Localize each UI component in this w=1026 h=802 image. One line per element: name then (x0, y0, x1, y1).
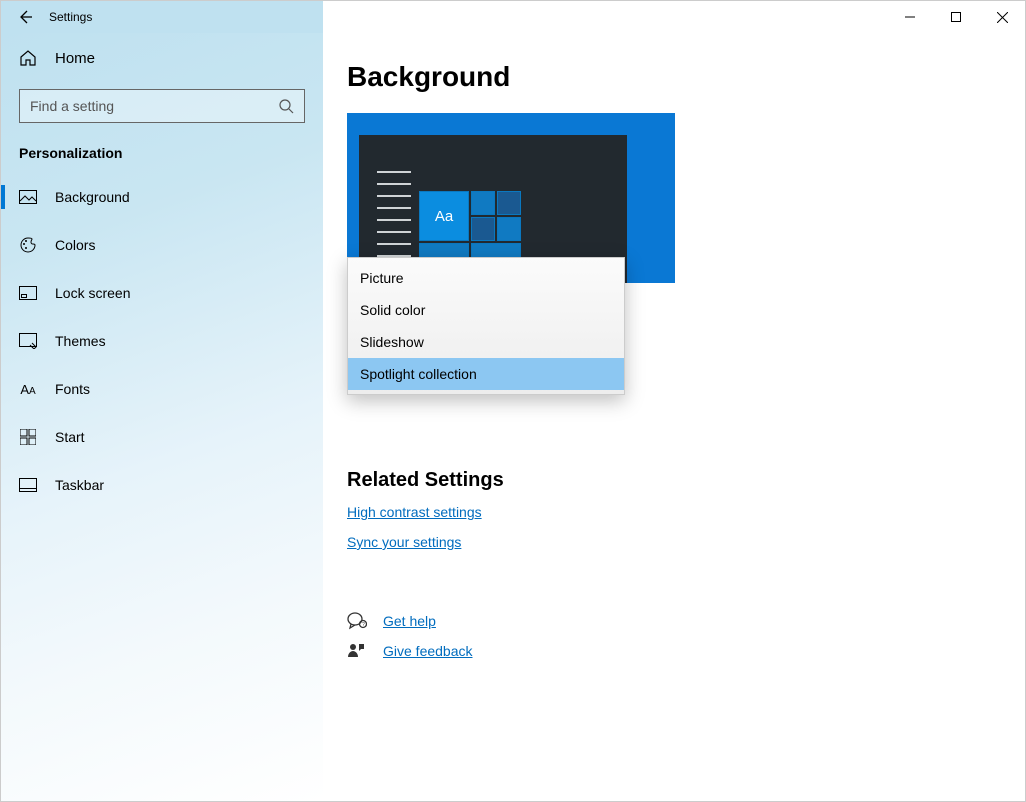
give-feedback-row[interactable]: Give feedback (347, 642, 1001, 660)
dropdown-option-slideshow[interactable]: Slideshow (348, 326, 624, 358)
sidebar-item-themes[interactable]: Themes (1, 317, 323, 365)
background-type-dropdown[interactable]: Picture Solid color Slideshow Spotlight … (347, 257, 625, 395)
sidebar-item-label: Themes (55, 333, 106, 349)
dropdown-option-spotlight[interactable]: Spotlight collection (348, 358, 624, 390)
sidebar-item-start[interactable]: Start (1, 413, 323, 461)
dropdown-option-solid-color[interactable]: Solid color (348, 294, 624, 326)
svg-text:?: ? (362, 622, 365, 628)
palette-icon (19, 236, 37, 254)
main-content: Background Aa Picture Solid color (323, 33, 1025, 801)
maximize-icon (951, 12, 961, 22)
fonts-icon: AA (19, 382, 37, 397)
lock-screen-icon (19, 286, 37, 300)
sidebar-item-taskbar[interactable]: Taskbar (1, 461, 323, 509)
help-icon: ? (347, 612, 367, 630)
sidebar-item-background[interactable]: Background (1, 173, 323, 221)
sidebar-item-lock-screen[interactable]: Lock screen (1, 269, 323, 317)
home-label: Home (55, 50, 95, 67)
nav-list: Background Colors Lock screen Themes AA … (1, 173, 323, 509)
search-box[interactable] (19, 89, 305, 123)
settings-window: Settings Home Pers (0, 0, 1026, 802)
preview-menu-lines (377, 171, 411, 267)
home-icon (19, 49, 37, 67)
sidebar-item-label: Start (55, 429, 85, 445)
window-title: Settings (49, 10, 92, 24)
taskbar-icon (19, 478, 37, 492)
sidebar-item-colors[interactable]: Colors (1, 221, 323, 269)
dropdown-option-picture[interactable]: Picture (348, 262, 624, 294)
sidebar-item-fonts[interactable]: AA Fonts (1, 365, 323, 413)
sidebar: Home Personalization Background Colors (1, 33, 323, 801)
sidebar-item-label: Colors (55, 237, 95, 253)
feedback-icon (347, 642, 367, 660)
sidebar-item-label: Taskbar (55, 477, 104, 493)
picture-icon (19, 190, 37, 204)
link-high-contrast[interactable]: High contrast settings (347, 504, 482, 520)
themes-icon (19, 333, 37, 349)
search-icon (278, 98, 294, 114)
related-settings-heading: Related Settings (347, 469, 1001, 492)
back-arrow-icon (17, 9, 33, 25)
close-button[interactable] (979, 1, 1025, 33)
close-icon (997, 12, 1008, 23)
titlebar: Settings (1, 1, 1025, 33)
back-button[interactable] (1, 1, 49, 33)
link-give-feedback[interactable]: Give feedback (383, 643, 473, 659)
maximize-button[interactable] (933, 1, 979, 33)
page-title: Background (347, 61, 1001, 93)
link-get-help[interactable]: Get help (383, 613, 436, 629)
preview-sample-tile: Aa (419, 191, 469, 241)
home-nav[interactable]: Home (1, 39, 323, 77)
link-sync-settings[interactable]: Sync your settings (347, 534, 461, 550)
minimize-icon (905, 12, 915, 22)
category-heading: Personalization (1, 127, 323, 169)
get-help-row[interactable]: ? Get help (347, 612, 1001, 630)
sidebar-item-label: Lock screen (55, 285, 130, 301)
search-input[interactable] (30, 98, 294, 114)
minimize-button[interactable] (887, 1, 933, 33)
start-icon (19, 429, 37, 445)
sidebar-item-label: Background (55, 189, 130, 205)
sidebar-item-label: Fonts (55, 381, 90, 397)
